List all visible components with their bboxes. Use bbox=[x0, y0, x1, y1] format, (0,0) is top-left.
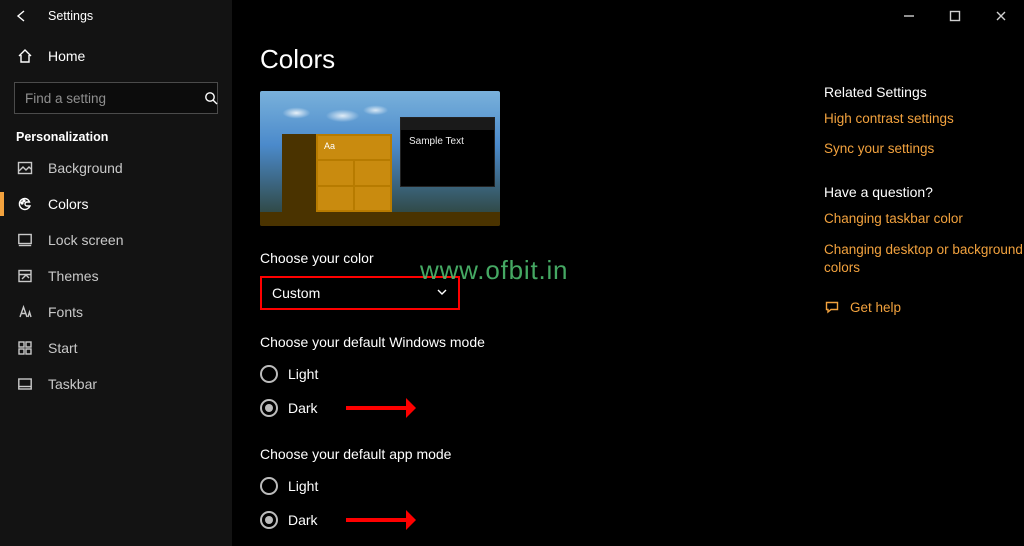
app-mode-light[interactable]: Light bbox=[260, 472, 996, 500]
radio-label: Dark bbox=[288, 400, 318, 416]
sidebar: Home Personalization Background Colors L… bbox=[0, 0, 232, 546]
sidebar-item-label: Lock screen bbox=[48, 232, 123, 248]
question-heading: Have a question? bbox=[824, 184, 1024, 200]
radio-label: Light bbox=[288, 366, 318, 382]
taskbar-icon bbox=[16, 375, 34, 393]
themes-icon bbox=[16, 267, 34, 285]
back-button[interactable] bbox=[0, 0, 44, 32]
windows-mode-dark[interactable]: Dark bbox=[260, 394, 996, 422]
sidebar-item-label: Background bbox=[48, 160, 123, 176]
minimize-button[interactable] bbox=[886, 0, 932, 32]
picture-icon bbox=[16, 159, 34, 177]
category-heading: Personalization bbox=[0, 120, 232, 150]
sidebar-item-colors[interactable]: Colors bbox=[0, 186, 232, 222]
palette-icon bbox=[16, 195, 34, 213]
search-icon bbox=[204, 89, 218, 107]
sidebar-item-label: Taskbar bbox=[48, 376, 97, 392]
windows-mode-light[interactable]: Light bbox=[260, 360, 996, 388]
start-icon bbox=[16, 339, 34, 357]
home-icon bbox=[16, 47, 34, 65]
title-bar: Settings bbox=[0, 0, 1024, 32]
maximize-button[interactable] bbox=[932, 0, 978, 32]
radio-label: Light bbox=[288, 478, 318, 494]
sidebar-item-lock-screen[interactable]: Lock screen bbox=[0, 222, 232, 258]
chat-icon bbox=[824, 299, 840, 318]
window-title: Settings bbox=[44, 9, 93, 23]
link-sync-settings[interactable]: Sync your settings bbox=[824, 140, 1024, 158]
related-settings-heading: Related Settings bbox=[824, 84, 1024, 100]
sidebar-item-taskbar[interactable]: Taskbar bbox=[0, 366, 232, 402]
search-input[interactable] bbox=[23, 90, 204, 107]
lock-screen-icon bbox=[16, 231, 34, 249]
radio-icon bbox=[260, 511, 278, 529]
preview-window: Sample Text bbox=[400, 117, 495, 187]
choose-color-value: Custom bbox=[272, 285, 320, 301]
annotation-arrow bbox=[346, 514, 426, 526]
windows-mode-label: Choose your default Windows mode bbox=[260, 334, 996, 350]
sidebar-item-label: Colors bbox=[48, 196, 88, 212]
sidebar-item-fonts[interactable]: Fonts bbox=[0, 294, 232, 330]
close-button[interactable] bbox=[978, 0, 1024, 32]
search-box[interactable] bbox=[14, 82, 218, 114]
link-get-help[interactable]: Get help bbox=[850, 299, 901, 317]
home-label: Home bbox=[48, 48, 85, 64]
radio-label: Dark bbox=[288, 512, 318, 528]
link-taskbar-color[interactable]: Changing taskbar color bbox=[824, 210, 1024, 228]
page-title: Colors bbox=[260, 44, 996, 75]
app-mode-label: Choose your default app mode bbox=[260, 446, 996, 462]
home-button[interactable]: Home bbox=[0, 38, 232, 74]
chevron-down-icon bbox=[436, 285, 448, 301]
radio-icon bbox=[260, 365, 278, 383]
sidebar-item-start[interactable]: Start bbox=[0, 330, 232, 366]
content-area: Colors Aa Sample Text Choose your color … bbox=[232, 0, 1024, 546]
link-high-contrast[interactable]: High contrast settings bbox=[824, 110, 1024, 128]
radio-icon bbox=[260, 477, 278, 495]
sidebar-item-label: Fonts bbox=[48, 304, 83, 320]
right-column: Related Settings High contrast settings … bbox=[824, 80, 1024, 318]
sidebar-item-label: Start bbox=[48, 340, 78, 356]
sidebar-item-themes[interactable]: Themes bbox=[0, 258, 232, 294]
fonts-icon bbox=[16, 303, 34, 321]
preview-sample-text: Sample Text bbox=[401, 130, 494, 153]
radio-icon bbox=[260, 399, 278, 417]
app-mode-dark[interactable]: Dark bbox=[260, 506, 996, 534]
choose-color-dropdown[interactable]: Custom bbox=[260, 276, 460, 310]
sidebar-item-label: Themes bbox=[48, 268, 99, 284]
sidebar-item-background[interactable]: Background bbox=[0, 150, 232, 186]
annotation-arrow bbox=[346, 402, 426, 414]
color-preview: Aa Sample Text bbox=[260, 91, 500, 226]
link-desktop-colors[interactable]: Changing desktop or background colors bbox=[824, 241, 1024, 277]
